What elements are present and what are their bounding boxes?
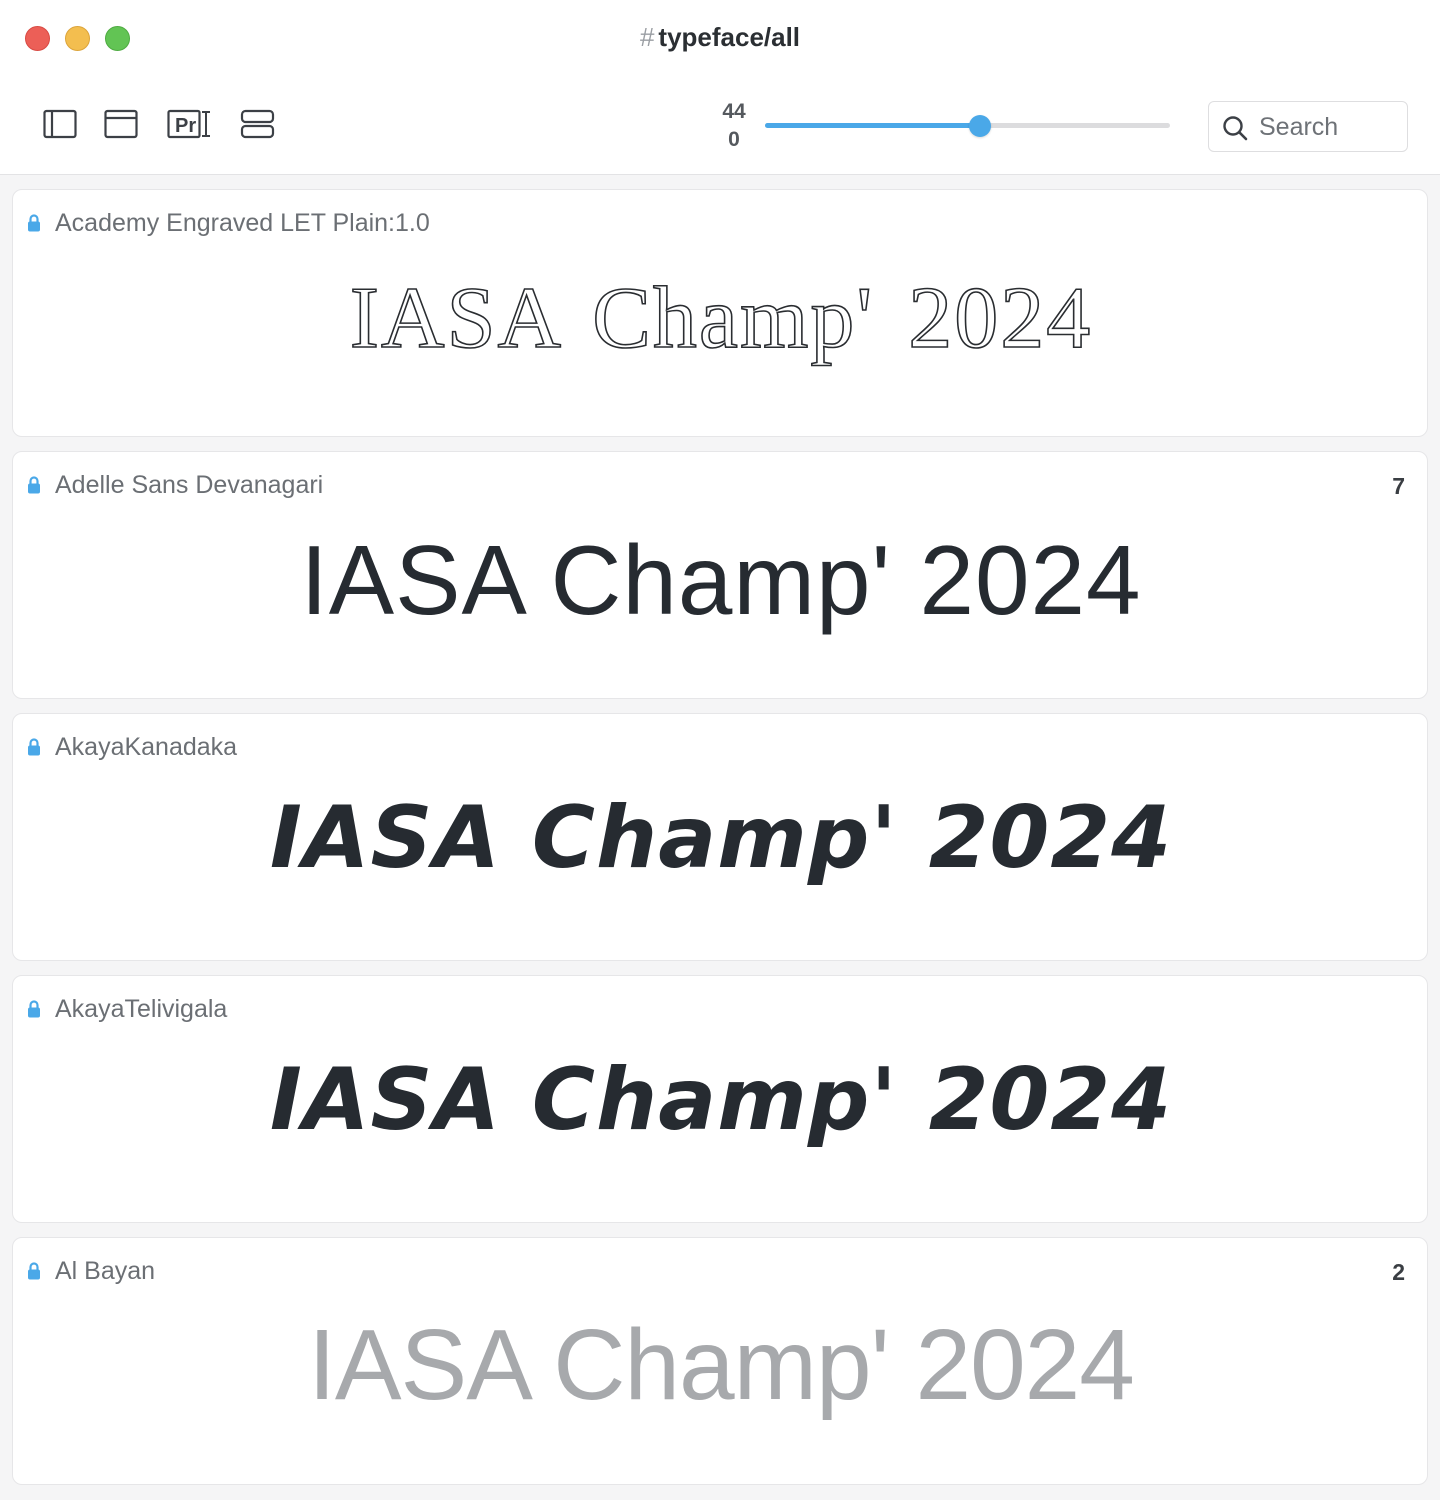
font-card[interactable]: AkayaKanadaka IASA Champ' 2024 xyxy=(12,713,1428,961)
search-input[interactable] xyxy=(1259,110,1399,144)
sidebar-toggle-button[interactable] xyxy=(43,108,77,140)
toolbar: Pr 44 0 xyxy=(0,76,1440,175)
font-sample-text: IASA Champ' 2024 xyxy=(349,269,1093,368)
preview-text-icon-label: Pr xyxy=(175,115,196,137)
lock-icon xyxy=(28,1262,40,1280)
title-bar: # typeface/all xyxy=(0,0,1440,76)
window-icon xyxy=(104,109,138,139)
font-name: Adelle Sans Devanagari xyxy=(55,471,324,499)
font-size-slider[interactable] xyxy=(765,115,1170,137)
preview-text-icon: Pr xyxy=(167,109,210,139)
font-name: Al Bayan xyxy=(55,1257,156,1285)
font-sample-text: IASA Champ' 2024 xyxy=(269,1050,1173,1150)
list-layout-button[interactable] xyxy=(240,108,276,140)
font-sample-text: IASA Champ' 2024 xyxy=(300,525,1142,635)
slider-fill xyxy=(765,123,980,128)
search-icon xyxy=(1223,116,1248,141)
font-count: 7 xyxy=(1392,473,1405,499)
font-size-secondary: 0 xyxy=(728,128,740,151)
font-sample-text: IASA Champ' 2024 xyxy=(308,1309,1135,1421)
lock-icon xyxy=(28,1000,40,1018)
lock-icon xyxy=(28,476,40,494)
search-field[interactable] xyxy=(1208,101,1408,152)
font-size-value: 44 xyxy=(722,100,746,123)
font-card[interactable]: AkayaTelivigala IASA Champ' 2024 xyxy=(12,975,1428,1223)
list-layout-icon xyxy=(240,109,275,139)
font-name: AkayaKanadaka xyxy=(55,733,238,761)
sidebar-icon xyxy=(43,109,77,139)
font-name: Academy Engraved LET Plain:1.0 xyxy=(55,209,430,237)
lock-icon xyxy=(28,214,40,232)
window-view-button[interactable] xyxy=(104,108,138,140)
font-card[interactable]: Al Bayan 2 IASA Champ' 2024 xyxy=(12,1237,1428,1485)
lock-icon xyxy=(28,738,40,756)
hashtag-icon: # xyxy=(639,22,655,52)
font-count: 2 xyxy=(1392,1259,1405,1285)
app-window: # typeface/all Pr 44 0 Search Academy En… xyxy=(0,0,1440,1500)
font-card[interactable]: Academy Engraved LET Plain:1.0 IASA Cham… xyxy=(12,189,1428,437)
font-list: Academy Engraved LET Plain:1.0 IASA Cham… xyxy=(0,176,1440,1500)
window-title-text: typeface/all xyxy=(658,22,801,52)
font-name: AkayaTelivigala xyxy=(55,995,228,1023)
font-sample-text: IASA Champ' 2024 xyxy=(269,788,1173,888)
font-size-readout: 44 0 xyxy=(705,98,763,154)
window-title: # typeface/all xyxy=(0,22,1440,53)
preview-text-button[interactable]: Pr xyxy=(167,108,213,140)
font-card[interactable]: Adelle Sans Devanagari 7 IASA Champ' 202… xyxy=(12,451,1428,699)
slider-knob[interactable] xyxy=(968,115,991,137)
